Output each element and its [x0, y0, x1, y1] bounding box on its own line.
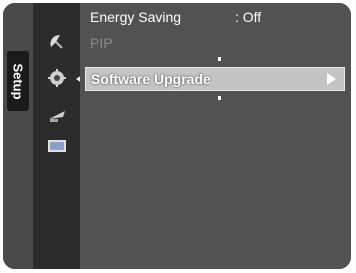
menu-item-label: PIP	[90, 35, 113, 51]
screen-icon[interactable]	[47, 137, 67, 155]
menu-item-pip: PIP	[90, 32, 340, 54]
menu-item-energy-saving[interactable]: Energy Saving : Off	[90, 6, 340, 28]
menu-tab-strip: Setup	[3, 3, 33, 269]
antenna-icon[interactable]	[47, 107, 67, 125]
tab-setup[interactable]: Setup	[7, 51, 29, 111]
menu-item-label: Energy Saving	[90, 9, 182, 25]
menu-item-value: : Off	[235, 9, 262, 25]
category-icon-column	[33, 3, 80, 269]
tv-menu-screen: Setup Energy Saving : Off PIP Software U…	[3, 3, 351, 269]
scroll-up-indicator	[218, 57, 221, 61]
setup-submenu: Energy Saving : Off PIP Software Upgrade	[80, 3, 351, 269]
submenu-arrow-icon	[327, 73, 336, 85]
menu-item-label: Software Upgrade	[91, 71, 211, 87]
scroll-down-indicator	[218, 96, 221, 100]
gear-icon[interactable]	[47, 69, 67, 87]
menu-item-software-upgrade[interactable]: Software Upgrade	[85, 67, 345, 91]
satellite-dish-icon[interactable]	[47, 33, 67, 51]
tab-setup-label: Setup	[10, 62, 26, 100]
